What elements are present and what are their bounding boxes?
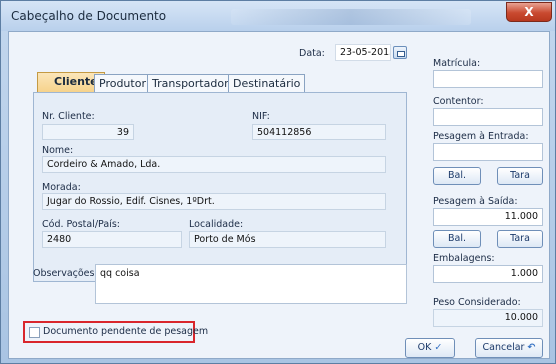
cancel-button[interactable]: Cancelar ↶: [475, 338, 543, 358]
observacoes-label: Observações:: [33, 268, 98, 279]
peso-considerado-field[interactable]: 10.000: [433, 309, 543, 327]
localidade-label: Localidade:: [189, 219, 244, 230]
date-label: Data:: [299, 48, 325, 59]
client-tab-panel: Nr. Cliente: 39 NIF: 504112856 Nome: Cor…: [33, 92, 407, 282]
pesagem-saida-label: Pesagem à Saída:: [433, 196, 518, 207]
pesagem-entrada-tara-button[interactable]: Tara: [497, 167, 543, 185]
pesagem-saida-bal-button[interactable]: Bal.: [433, 230, 481, 248]
pesagem-entrada-field[interactable]: [433, 143, 543, 161]
nr-cliente-field[interactable]: 39: [42, 124, 134, 140]
tab-transportador[interactable]: Transportador: [147, 74, 234, 92]
matricula-label: Matrícula:: [433, 58, 481, 69]
pesagem-entrada-label: Pesagem à Entrada:: [433, 131, 529, 142]
pesagem-entrada-bal-button[interactable]: Bal.: [433, 167, 481, 185]
morada-label: Morada:: [42, 182, 81, 193]
undo-icon: ↶: [527, 342, 536, 353]
pendente-checkbox[interactable]: [29, 327, 40, 338]
title-bar-background-ghost: [231, 9, 471, 25]
morada-field[interactable]: Jugar do Rossio, Edif. Cisnes, 1ºDrt.: [42, 193, 386, 210]
window-title: Cabeçalho de Documento: [11, 9, 167, 23]
pendente-checkbox-highlight: Documento pendente de pesagem: [23, 321, 208, 343]
contentor-label: Contentor:: [433, 96, 484, 107]
title-bar[interactable]: Cabeçalho de Documento X: [1, 1, 555, 31]
tab-destinatario[interactable]: Destinatário: [228, 74, 306, 92]
nif-field[interactable]: 504112856: [252, 124, 386, 140]
pesagem-saida-tara-button[interactable]: Tara: [497, 230, 543, 248]
dialog-content: Data: 23-05-2013 Cliente Produtor Transp…: [8, 31, 550, 359]
ok-button[interactable]: OK ✓: [405, 338, 455, 358]
calendar-icon[interactable]: [393, 46, 407, 59]
nome-label: Nome:: [42, 145, 74, 156]
pendente-checkbox-label[interactable]: Documento pendente de pesagem: [43, 326, 208, 337]
embalagens-field[interactable]: 1.000: [433, 265, 543, 283]
dialog-window: Cabeçalho de Documento X Data: 23-05-201…: [0, 0, 556, 364]
nome-field[interactable]: Cordeiro & Amado, Lda.: [42, 156, 386, 173]
checkmark-icon: ✓: [434, 342, 443, 353]
matricula-field[interactable]: [433, 70, 543, 88]
pesagem-saida-field[interactable]: 11.000: [433, 208, 543, 226]
peso-considerado-label: Peso Considerado:: [433, 297, 521, 308]
cod-postal-label: Cód. Postal/País:: [42, 219, 120, 230]
tab-produtor[interactable]: Produtor: [94, 74, 151, 92]
nif-label: NIF:: [252, 111, 270, 122]
nr-cliente-label: Nr. Cliente:: [42, 111, 95, 122]
ok-button-label: OK: [417, 342, 432, 353]
contentor-field[interactable]: [433, 108, 543, 126]
close-button[interactable]: X: [506, 2, 552, 22]
date-field[interactable]: 23-05-2013: [335, 44, 391, 61]
cancel-button-label: Cancelar: [482, 342, 525, 353]
observacoes-field[interactable]: qq coisa: [95, 264, 407, 304]
cod-postal-field[interactable]: 2480: [42, 231, 182, 248]
embalagens-label: Embalagens:: [433, 253, 495, 264]
localidade-field[interactable]: Porto de Mós: [189, 231, 386, 248]
